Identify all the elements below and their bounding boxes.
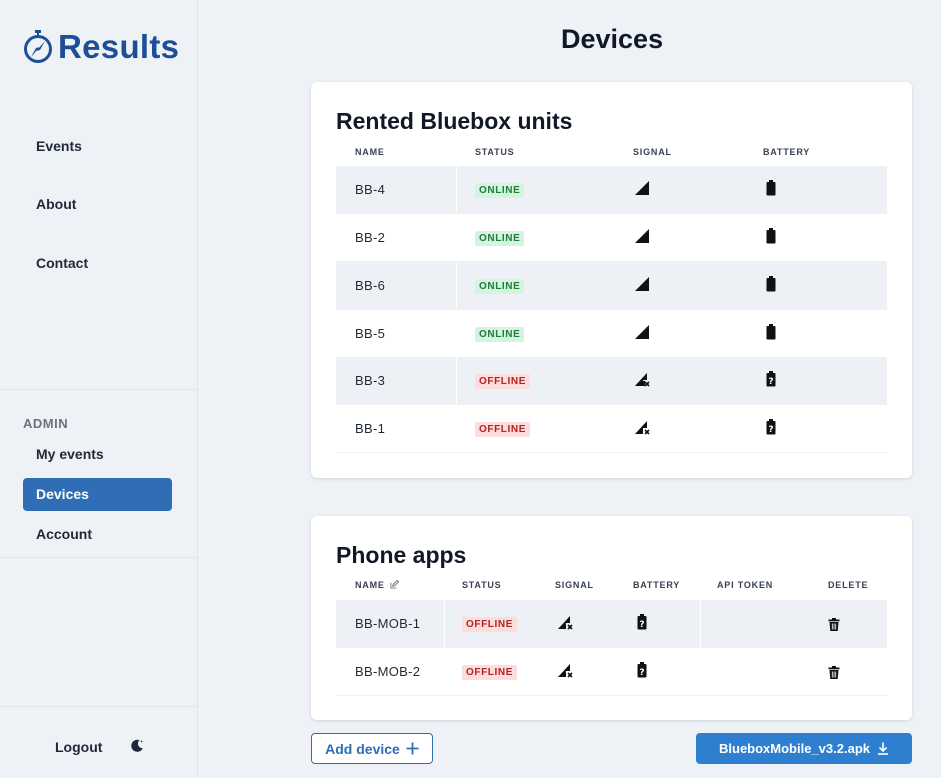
status-badge: OFFLINE [462, 617, 517, 632]
battery-full-icon [766, 180, 776, 196]
status-badge: ONLINE [475, 183, 525, 198]
table-row: BB-3 OFFLINE ? [336, 357, 887, 405]
page-title: Devices [561, 24, 664, 54]
column-divider [456, 357, 457, 404]
logo[interactable]: Results [22, 28, 179, 66]
sidebar-divider [0, 706, 197, 707]
col-header-api-token: API TOKEN [717, 580, 774, 590]
download-icon [878, 742, 888, 755]
trash-icon[interactable] [828, 618, 840, 631]
nav-my-events[interactable]: My events [36, 446, 104, 462]
col-header-status: STATUS [462, 580, 502, 590]
svg-text:?: ? [639, 620, 644, 630]
download-apk-button[interactable]: BlueboxMobile_v3.2.apk [696, 733, 912, 764]
status-badge: OFFLINE [475, 374, 530, 389]
phone-apps-title: Phone apps [336, 542, 467, 568]
status-badge: ONLINE [475, 279, 525, 294]
status-badge: OFFLINE [462, 665, 517, 680]
battery-unknown-icon: ? [766, 419, 776, 435]
signal-off-icon [558, 664, 573, 678]
table-row: BB-6 ONLINE [336, 262, 887, 310]
trash-icon[interactable] [828, 666, 840, 679]
table-row: BB-2 ONLINE [336, 214, 887, 262]
download-apk-label: BlueboxMobile_v3.2.apk [719, 741, 870, 756]
battery-full-icon [766, 276, 776, 292]
table-row: BB-5 ONLINE [336, 310, 887, 358]
signal-full-icon [635, 181, 649, 195]
battery-full-icon [766, 324, 776, 340]
add-device-button[interactable]: Add device [311, 733, 433, 764]
signal-full-icon [635, 229, 649, 243]
rented-units-title: Rented Bluebox units [336, 108, 573, 134]
sidebar-divider [0, 389, 197, 390]
app-name: Results [58, 28, 180, 65]
nav-account[interactable]: Account [36, 526, 92, 542]
signal-full-icon [635, 277, 649, 291]
device-name: BB-1 [355, 421, 386, 436]
col-header-status: STATUS [475, 147, 515, 157]
nav-devices[interactable]: Devices [23, 478, 172, 511]
table-row: BB-MOB-2 OFFLINE ? [336, 648, 887, 696]
col-header-signal: SIGNAL [633, 147, 672, 157]
signal-off-icon [558, 616, 573, 630]
signal-off-icon [635, 421, 650, 435]
battery-unknown-icon: ? [637, 662, 647, 678]
table-row: BB-1 OFFLINE ? [336, 405, 887, 453]
status-badge: OFFLINE [475, 422, 530, 437]
nav-contact[interactable]: Contact [36, 255, 88, 271]
signal-full-icon [635, 325, 649, 339]
dark-mode-moon-icon[interactable] [129, 738, 145, 754]
status-badge: ONLINE [475, 231, 525, 246]
device-name: BB-MOB-2 [355, 664, 421, 679]
column-divider [456, 166, 457, 213]
col-header-name[interactable]: NAME [355, 579, 400, 590]
battery-full-icon [766, 228, 776, 244]
add-device-label: Add device [325, 740, 400, 757]
sidebar: Results Events About Contact ADMIN My ev… [0, 0, 198, 778]
column-divider [456, 262, 457, 309]
device-name: BB-5 [355, 326, 386, 341]
svg-text:?: ? [639, 668, 644, 678]
col-header-battery: BATTERY [633, 580, 681, 590]
edit-icon[interactable] [390, 579, 400, 589]
column-divider [700, 600, 701, 647]
device-name: BB-4 [355, 182, 386, 197]
signal-off-icon [635, 373, 650, 387]
col-header-battery: BATTERY [763, 147, 811, 157]
sidebar-divider [0, 557, 197, 558]
nav-about[interactable]: About [36, 196, 76, 212]
col-header-signal: SIGNAL [555, 580, 594, 590]
table-row: BB-4 ONLINE [336, 166, 887, 214]
device-name: BB-2 [355, 230, 386, 245]
nav-events[interactable]: Events [36, 138, 82, 154]
column-divider [444, 600, 445, 647]
device-name: BB-MOB-1 [355, 616, 421, 631]
device-name: BB-6 [355, 278, 386, 293]
svg-text:?: ? [768, 425, 773, 435]
admin-section-label: ADMIN [23, 416, 69, 431]
battery-unknown-icon: ? [637, 614, 647, 630]
status-badge: ONLINE [475, 327, 525, 342]
col-header-name-label: NAME [355, 580, 385, 590]
stopwatch-icon [24, 30, 52, 63]
battery-unknown-icon: ? [766, 371, 776, 387]
logout-link[interactable]: Logout [55, 739, 102, 755]
col-header-name: NAME [355, 147, 385, 157]
svg-text:?: ? [768, 377, 773, 387]
device-name: BB-3 [355, 373, 386, 388]
table-row: BB-MOB-1 OFFLINE ? [336, 600, 887, 648]
col-header-delete: DELETE [828, 580, 869, 590]
plus-icon [406, 742, 419, 755]
